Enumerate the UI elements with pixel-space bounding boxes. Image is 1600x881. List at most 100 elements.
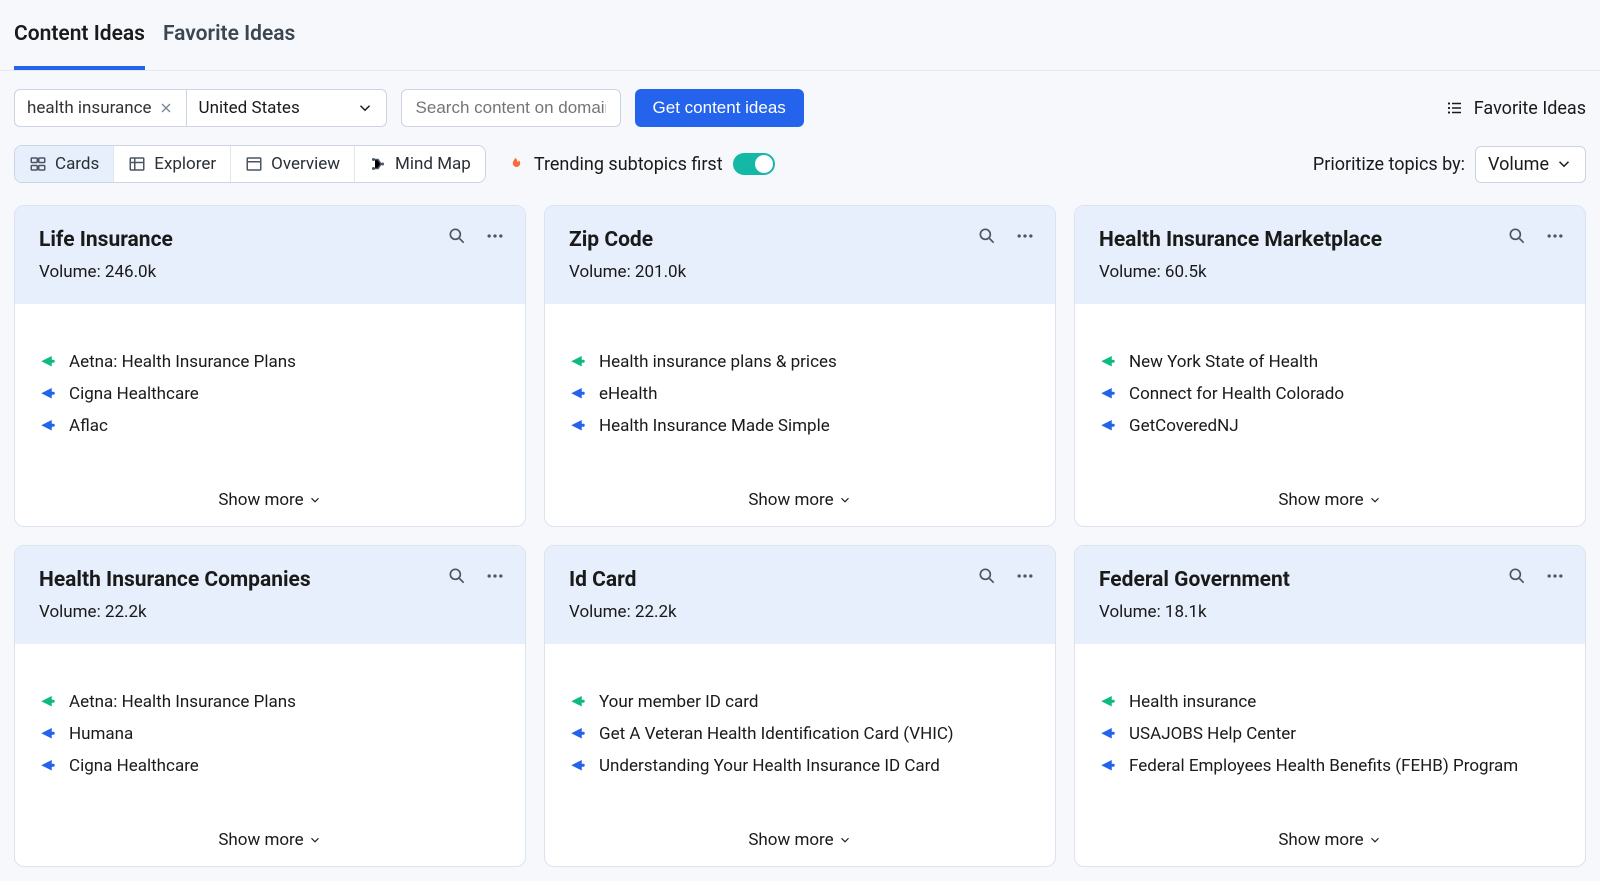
more-icon[interactable] <box>1015 226 1035 246</box>
card-header: Life Insurance Volume: 246.0k <box>15 206 525 304</box>
card-volume: Volume: 22.2k <box>569 602 1031 622</box>
card-header: Health Insurance Companies Volume: 22.2k <box>15 546 525 644</box>
search-icon[interactable] <box>977 566 997 586</box>
content-suggestion[interactable]: Health insurance plans & prices <box>569 352 1031 372</box>
country-select[interactable]: United States <box>186 90 386 126</box>
suggestion-text: Health insurance <box>1129 692 1256 712</box>
suggestion-text: Aetna: Health Insurance Plans <box>69 692 296 712</box>
card-body: Aetna: Health Insurance Plans Cigna Healt… <box>15 304 525 478</box>
show-more-label: Show more <box>218 830 303 850</box>
show-more-button[interactable]: Show more <box>545 818 1055 866</box>
volume-label: Volume: <box>569 262 631 282</box>
view-cards-button[interactable]: Cards <box>15 146 114 182</box>
more-icon[interactable] <box>1545 226 1565 246</box>
content-suggestion[interactable]: Connect for Health Colorado <box>1099 384 1561 404</box>
more-icon[interactable] <box>485 226 505 246</box>
card-grid: Life Insurance Volume: 246.0k Aetna: Hea… <box>0 205 1600 881</box>
content-suggestion[interactable]: eHealth <box>569 384 1031 404</box>
prioritize-value: Volume <box>1488 154 1549 175</box>
keyword-country-input: health insurance United States <box>14 89 387 127</box>
tab-favorite-ideas[interactable]: Favorite Ideas <box>163 0 295 70</box>
list-icon <box>1446 99 1464 117</box>
tab-content-ideas[interactable]: Content Ideas <box>14 0 145 70</box>
content-suggestion[interactable]: Health Insurance Made Simple <box>569 416 1031 436</box>
get-content-ideas-button[interactable]: Get content ideas <box>635 89 804 127</box>
content-suggestion[interactable]: Aetna: Health Insurance Plans <box>39 692 501 712</box>
content-suggestion[interactable]: Federal Employees Health Benefits (FEHB)… <box>1099 756 1561 776</box>
bullhorn-icon <box>39 757 57 775</box>
card-volume: Volume: 246.0k <box>39 262 501 282</box>
clear-keyword-icon[interactable] <box>158 100 174 116</box>
card-header: Zip Code Volume: 201.0k <box>545 206 1055 304</box>
show-more-button[interactable]: Show more <box>1075 478 1585 526</box>
content-suggestion[interactable]: Aetna: Health Insurance Plans <box>39 352 501 372</box>
show-more-button[interactable]: Show more <box>1075 818 1585 866</box>
fire-icon <box>506 155 524 173</box>
content-suggestion[interactable]: Cigna Healthcare <box>39 756 501 776</box>
suggestion-text: Aflac <box>69 416 108 436</box>
toolbar-filters: health insurance United States Get conte… <box>0 71 1600 135</box>
content-suggestion[interactable]: USAJOBS Help Center <box>1099 724 1561 744</box>
view-mindmap-button[interactable]: Mind Map <box>355 146 485 182</box>
card-volume: Volume: 18.1k <box>1099 602 1561 622</box>
suggestion-text: Health Insurance Made Simple <box>599 416 830 436</box>
card-actions <box>1507 566 1565 586</box>
content-suggestion[interactable]: Health insurance <box>1099 692 1561 712</box>
search-icon[interactable] <box>447 226 467 246</box>
content-suggestion[interactable]: Your member ID card <box>569 692 1031 712</box>
suggestion-text: Your member ID card <box>599 692 758 712</box>
card-title: Id Card <box>569 568 1031 592</box>
search-icon[interactable] <box>1507 226 1527 246</box>
favorite-ideas-link[interactable]: Favorite Ideas <box>1446 98 1586 119</box>
search-icon[interactable] <box>977 226 997 246</box>
chevron-down-icon <box>838 833 852 847</box>
view-overview-button[interactable]: Overview <box>231 146 355 182</box>
chevron-down-icon <box>1368 833 1382 847</box>
content-suggestion[interactable]: Understanding Your Health Insurance ID C… <box>569 756 1031 776</box>
trending-toggle-group: Trending subtopics first <box>506 153 775 175</box>
show-more-button[interactable]: Show more <box>15 818 525 866</box>
show-more-button[interactable]: Show more <box>15 478 525 526</box>
content-suggestion[interactable]: Cigna Healthcare <box>39 384 501 404</box>
volume-value: 201.0k <box>635 262 686 282</box>
show-more-button[interactable]: Show more <box>545 478 1055 526</box>
card-title: Health Insurance Marketplace <box>1099 228 1561 252</box>
domain-search-input[interactable] <box>401 89 621 127</box>
suggestion-text: Federal Employees Health Benefits (FEHB)… <box>1129 756 1518 776</box>
bullhorn-icon <box>569 757 587 775</box>
more-icon[interactable] <box>1015 566 1035 586</box>
volume-label: Volume: <box>39 602 101 622</box>
card-title: Federal Government <box>1099 568 1561 592</box>
volume-label: Volume: <box>569 602 631 622</box>
trending-toggle[interactable] <box>733 153 775 175</box>
view-explorer-label: Explorer <box>154 154 216 174</box>
volume-value: 22.2k <box>635 602 677 622</box>
search-icon[interactable] <box>447 566 467 586</box>
card-body: New York State of Health Connect for Heal… <box>1075 304 1585 478</box>
card-volume: Volume: 201.0k <box>569 262 1031 282</box>
domain-search-field[interactable] <box>416 98 606 118</box>
more-icon[interactable] <box>485 566 505 586</box>
more-icon[interactable] <box>1545 566 1565 586</box>
prioritize-select[interactable]: Volume <box>1475 146 1586 183</box>
view-mindmap-label: Mind Map <box>395 154 471 174</box>
view-cards-label: Cards <box>55 154 99 174</box>
content-suggestion[interactable]: GetCoveredNJ <box>1099 416 1561 436</box>
content-suggestion[interactable]: New York State of Health <box>1099 352 1561 372</box>
content-suggestion[interactable]: Humana <box>39 724 501 744</box>
bullhorn-icon <box>569 725 587 743</box>
view-explorer-button[interactable]: Explorer <box>114 146 231 182</box>
suggestion-text: eHealth <box>599 384 657 404</box>
content-suggestion[interactable]: Get A Veteran Health Identification Card… <box>569 724 1031 744</box>
volume-value: 22.2k <box>105 602 147 622</box>
content-suggestion[interactable]: Aflac <box>39 416 501 436</box>
show-more-label: Show more <box>1278 830 1363 850</box>
card-actions <box>447 226 505 246</box>
show-more-label: Show more <box>1278 490 1363 510</box>
keyword-text: health insurance <box>27 98 152 118</box>
suggestion-text: Get A Veteran Health Identification Card… <box>599 724 954 744</box>
search-icon[interactable] <box>1507 566 1527 586</box>
bullhorn-icon <box>569 353 587 371</box>
bullhorn-icon <box>1099 385 1117 403</box>
card-actions <box>977 226 1035 246</box>
